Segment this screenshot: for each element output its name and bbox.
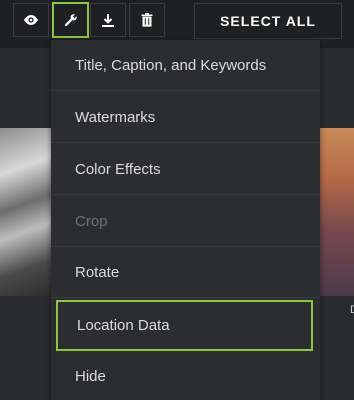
menu-item-location-data[interactable]: Location Data <box>56 300 313 351</box>
thumbnail-label: D <box>350 304 354 316</box>
tools-button[interactable] <box>52 2 89 38</box>
menu-item-color-effects[interactable]: Color Effects <box>51 144 320 195</box>
menu-item-crop: Crop <box>51 196 320 247</box>
download-icon <box>102 14 114 27</box>
menu-item-rotate[interactable]: Rotate <box>51 247 320 298</box>
photo-thumbnail[interactable] <box>318 128 354 296</box>
trash-icon <box>141 13 153 27</box>
select-all-button[interactable]: SELECT ALL <box>194 3 342 39</box>
download-button[interactable] <box>90 3 126 37</box>
tools-dropdown-menu: Title, Caption, and Keywords Watermarks … <box>51 40 320 400</box>
delete-button[interactable] <box>129 3 165 37</box>
menu-item-hide[interactable]: Hide <box>51 351 320 400</box>
eye-icon <box>24 15 38 25</box>
preview-button[interactable] <box>13 3 49 37</box>
photo-thumbnail[interactable] <box>0 128 56 296</box>
menu-item-watermarks[interactable]: Watermarks <box>51 92 320 143</box>
wrench-icon <box>64 14 77 27</box>
menu-item-title-caption-keywords[interactable]: Title, Caption, and Keywords <box>51 40 320 91</box>
